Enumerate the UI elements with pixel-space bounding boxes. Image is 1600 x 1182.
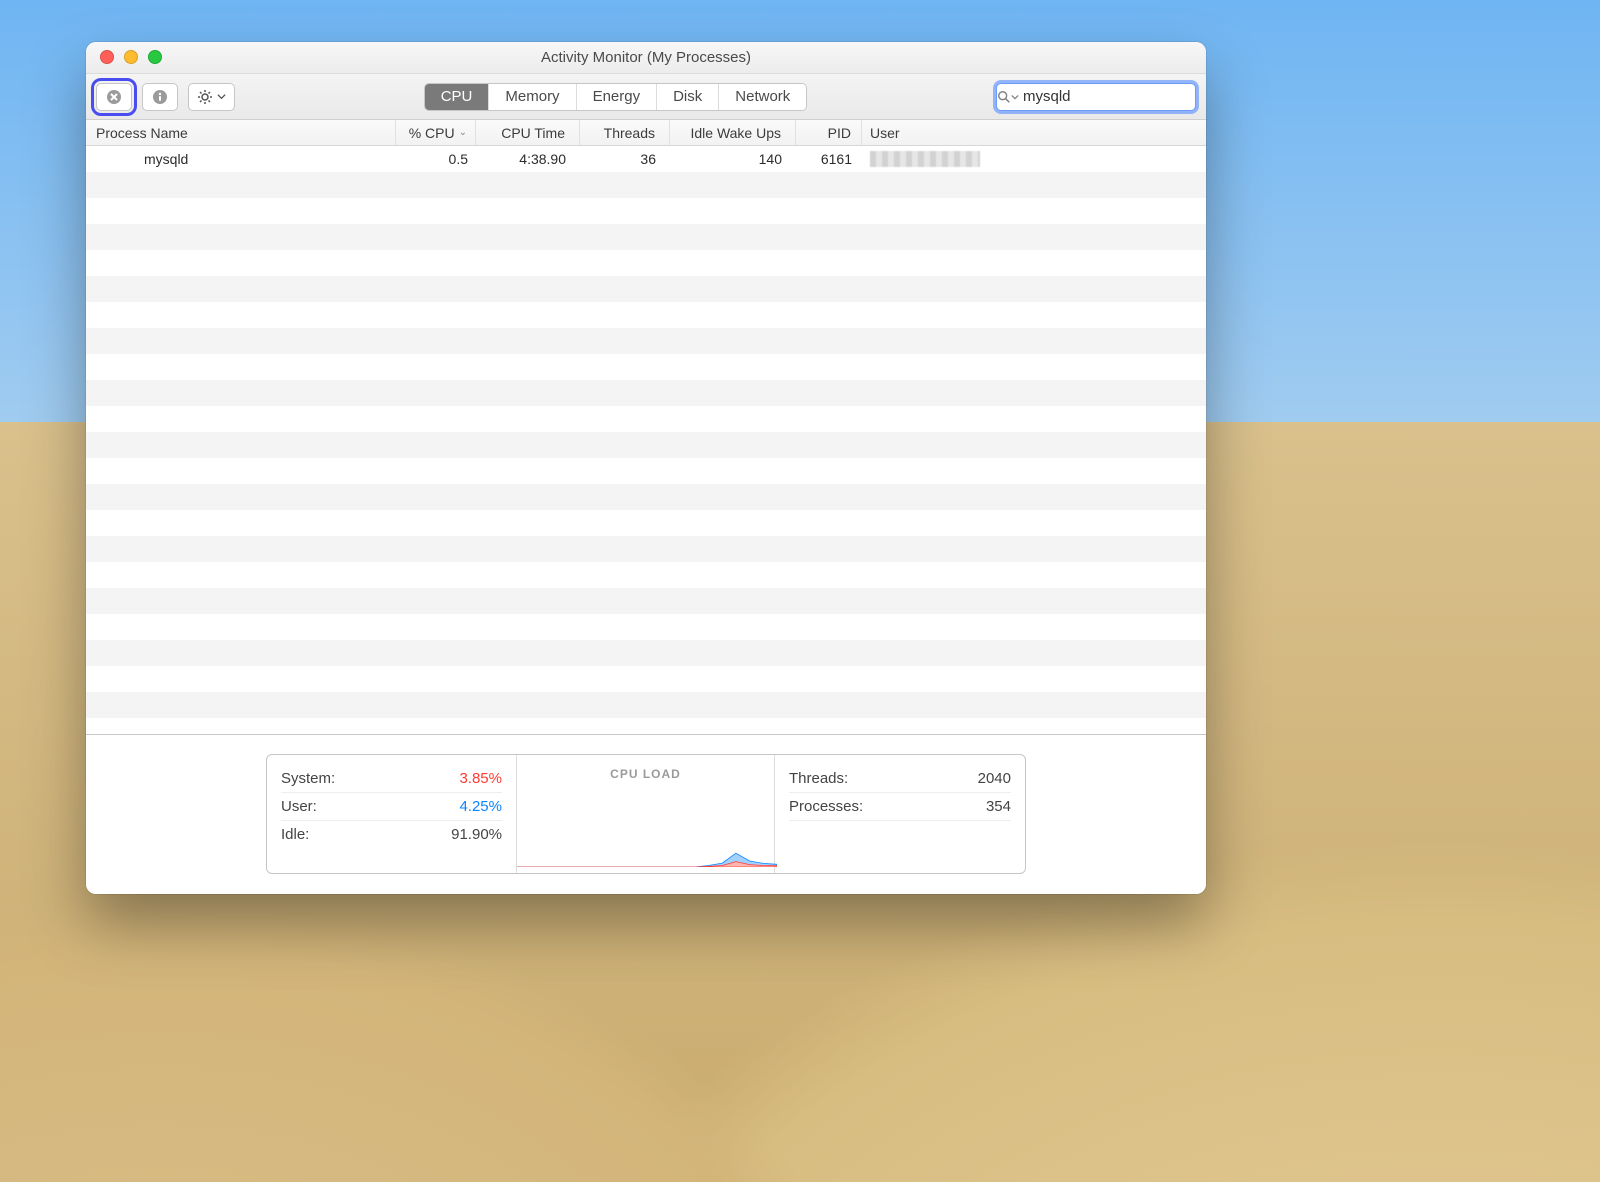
label: Processes: xyxy=(789,798,863,815)
row-system: System: 3.85% xyxy=(281,765,502,793)
cell-process-name: mysqld xyxy=(86,151,396,167)
counts-panel: Threads: 2040 Processes: 354 .. xyxy=(775,755,1025,873)
search-input[interactable] xyxy=(1023,88,1206,105)
tab-network[interactable]: Network xyxy=(719,84,806,110)
cell-pid: 6161 xyxy=(796,151,862,167)
cpu-load-chart-panel: CPU LOAD xyxy=(517,755,775,873)
label: System: xyxy=(281,770,335,787)
footer: System: 3.85% User: 4.25% Idle: 91.90% C… xyxy=(86,734,1206,894)
table-headers: Process Name % CPU⌄ CPU Time Threads Idl… xyxy=(86,120,1206,146)
chevron-down-icon xyxy=(217,92,226,101)
process-table-body[interactable]: mysqld 0.5 4:38.90 36 140 6161 xyxy=(86,146,1206,734)
footer-box: System: 3.85% User: 4.25% Idle: 91.90% C… xyxy=(266,754,1026,874)
column-user[interactable]: User xyxy=(862,120,1206,145)
column-pct-cpu[interactable]: % CPU⌄ xyxy=(396,120,476,145)
value-idle: 91.90% xyxy=(451,826,502,843)
redacted-user xyxy=(870,151,980,167)
sort-desc-icon: ⌄ xyxy=(459,127,467,138)
label: Idle: xyxy=(281,826,309,843)
toolbar: CPU Memory Energy Disk Network ✕ xyxy=(86,74,1206,120)
value-processes: 354 xyxy=(986,798,1011,815)
column-idle-wake-ups[interactable]: Idle Wake Ups xyxy=(670,120,796,145)
value-user: 4.25% xyxy=(459,798,502,815)
window-title: Activity Monitor (My Processes) xyxy=(541,49,751,66)
table-row[interactable]: mysqld 0.5 4:38.90 36 140 6161 xyxy=(86,146,1206,172)
value-system: 3.85% xyxy=(459,770,502,787)
search-field[interactable]: ✕ xyxy=(996,83,1196,111)
column-cpu-time[interactable]: CPU Time xyxy=(476,120,580,145)
window-traffic-lights xyxy=(100,50,162,64)
zoom-window-button[interactable] xyxy=(148,50,162,64)
cell-cpu-time: 4:38.90 xyxy=(476,151,580,167)
label: User: xyxy=(281,798,317,815)
titlebar[interactable]: Activity Monitor (My Processes) xyxy=(86,42,1206,74)
row-idle: Idle: 91.90% xyxy=(281,821,502,849)
cell-threads: 36 xyxy=(580,151,670,167)
column-pid[interactable]: PID xyxy=(796,120,862,145)
stop-icon xyxy=(106,89,122,105)
cpu-load-chart xyxy=(517,837,777,867)
cell-user xyxy=(862,151,1206,167)
cell-pct-cpu: 0.5 xyxy=(396,151,476,167)
column-process-name[interactable]: Process Name xyxy=(86,120,396,145)
settings-menu-button[interactable] xyxy=(188,83,235,111)
tab-bar: CPU Memory Energy Disk Network xyxy=(424,83,808,111)
stop-process-button[interactable] xyxy=(96,83,132,111)
tab-disk[interactable]: Disk xyxy=(657,84,719,110)
column-threads[interactable]: Threads xyxy=(580,120,670,145)
activity-monitor-window: Activity Monitor (My Processes) CPU Memo… xyxy=(86,42,1206,894)
cpu-load-label: CPU LOAD xyxy=(531,765,760,781)
row-processes: Processes: 354 xyxy=(789,793,1011,821)
cell-idle-wake-ups: 140 xyxy=(670,151,796,167)
gear-icon xyxy=(197,89,213,105)
minimize-window-button[interactable] xyxy=(124,50,138,64)
info-icon xyxy=(152,89,168,105)
info-button[interactable] xyxy=(142,83,178,111)
row-user: User: 4.25% xyxy=(281,793,502,821)
value-threads: 2040 xyxy=(978,770,1011,787)
search-icon xyxy=(997,90,1011,104)
row-threads: Threads: 2040 xyxy=(789,765,1011,793)
cpu-summary-panel: System: 3.85% User: 4.25% Idle: 91.90% xyxy=(267,755,517,873)
tab-cpu[interactable]: CPU xyxy=(425,84,490,110)
close-window-button[interactable] xyxy=(100,50,114,64)
chevron-down-icon[interactable] xyxy=(1011,93,1019,101)
tab-energy[interactable]: Energy xyxy=(577,84,658,110)
tab-memory[interactable]: Memory xyxy=(489,84,576,110)
label: Threads: xyxy=(789,770,848,787)
